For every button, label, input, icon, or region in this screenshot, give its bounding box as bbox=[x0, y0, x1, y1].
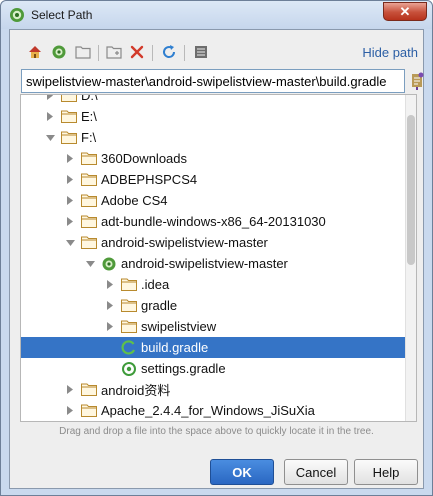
collapsed-arrow-icon[interactable] bbox=[45, 112, 55, 122]
tree-row[interactable]: .idea bbox=[21, 274, 407, 295]
tree-row-label: gradle bbox=[141, 298, 178, 313]
path-input[interactable] bbox=[21, 69, 405, 93]
tree-row-label: android资料 bbox=[101, 383, 171, 398]
new-folder-icon[interactable] bbox=[104, 42, 124, 62]
gradle-file-icon bbox=[121, 339, 137, 355]
tree-row[interactable]: adt-bundle-windows-x86_64-20131030 bbox=[21, 211, 407, 232]
toolbar-separator bbox=[98, 45, 99, 61]
tree-row-selected[interactable]: build.gradle bbox=[21, 337, 407, 358]
dialog-content: Hide path Apache_2.4.4_for_Windows_JiSuX… bbox=[9, 29, 424, 489]
tree-scrollbar[interactable] bbox=[405, 95, 416, 421]
tree-row-label: android-swipelistview-master bbox=[101, 235, 268, 250]
tree-row-label: D:\ bbox=[81, 94, 98, 103]
project-icon[interactable] bbox=[49, 42, 69, 62]
collapsed-arrow-icon[interactable] bbox=[65, 154, 75, 164]
android-module-icon bbox=[101, 257, 117, 271]
tree-row-label: Adobe CS4 bbox=[101, 193, 168, 208]
tree-row-label: .idea bbox=[141, 277, 170, 292]
collapsed-arrow-icon[interactable] bbox=[105, 280, 115, 290]
folder-icon bbox=[121, 320, 137, 334]
title-bar[interactable]: Select Path ✕ bbox=[1, 1, 432, 29]
folder-icon bbox=[121, 299, 137, 313]
hide-path-link[interactable]: Hide path bbox=[362, 45, 418, 60]
tree-row[interactable]: E:\ bbox=[21, 106, 407, 127]
collapsed-arrow-icon[interactable] bbox=[65, 385, 75, 395]
tree-row-label: android-swipelistview-master bbox=[121, 256, 288, 271]
tree-row-label: F:\ bbox=[81, 130, 97, 145]
tree-row[interactable]: Apache_2.4.4_for_Windows_JiSuXia bbox=[21, 400, 407, 421]
folder-icon bbox=[81, 404, 97, 418]
tree-row[interactable]: swipelistview bbox=[21, 316, 407, 337]
folder-icon bbox=[61, 95, 77, 103]
path-history-icon[interactable] bbox=[410, 72, 424, 90]
collapsed-arrow-icon[interactable] bbox=[65, 175, 75, 185]
home-icon[interactable] bbox=[25, 42, 45, 62]
scroll-thumb[interactable] bbox=[407, 115, 415, 265]
expanded-arrow-icon[interactable] bbox=[45, 133, 55, 143]
folder-icon bbox=[81, 152, 97, 166]
no-arrow bbox=[105, 343, 115, 353]
expanded-arrow-icon[interactable] bbox=[85, 259, 95, 269]
tree-row[interactable]: D:\ bbox=[21, 94, 407, 106]
tree-row[interactable]: android资料 bbox=[21, 379, 407, 400]
tree-row[interactable]: F:\ bbox=[21, 127, 407, 148]
collapsed-arrow-icon[interactable] bbox=[65, 217, 75, 227]
window-title: Select Path bbox=[31, 8, 93, 22]
tree-row-label: settings.gradle bbox=[141, 361, 226, 376]
folder-icon bbox=[61, 131, 77, 145]
collapsed-arrow-icon[interactable] bbox=[65, 406, 75, 416]
folder-icon bbox=[81, 173, 97, 187]
close-button[interactable]: ✕ bbox=[383, 2, 427, 21]
tree-row-label: swipelistview bbox=[141, 319, 217, 334]
collapsed-arrow-icon[interactable] bbox=[105, 301, 115, 311]
tree-row-label: 360Downloads bbox=[101, 151, 188, 166]
help-button[interactable]: Help bbox=[354, 459, 418, 485]
folder-icon bbox=[81, 215, 97, 229]
delete-icon[interactable] bbox=[127, 42, 147, 62]
cancel-button[interactable]: Cancel bbox=[284, 459, 348, 485]
collapsed-arrow-icon[interactable] bbox=[105, 322, 115, 332]
folder-icon bbox=[81, 236, 97, 250]
folder-icon bbox=[121, 278, 137, 292]
tree-row-label: ADBEPHSPCS4 bbox=[101, 172, 198, 187]
collapsed-arrow-icon[interactable] bbox=[45, 95, 55, 101]
file-tree[interactable]: Apache_2.4.4_for_Windows_JiSuXia android资… bbox=[20, 94, 417, 422]
tree-row[interactable]: 360Downloads bbox=[21, 148, 407, 169]
tree-row[interactable]: android-swipelistview-master bbox=[21, 232, 407, 253]
android-studio-icon bbox=[10, 8, 24, 22]
path-row bbox=[21, 69, 424, 93]
folder-icon bbox=[81, 383, 97, 397]
toolbar: Hide path bbox=[10, 42, 423, 64]
settings-file-icon bbox=[121, 361, 137, 376]
folder-icon bbox=[61, 110, 77, 124]
collapsed-arrow-icon[interactable] bbox=[65, 196, 75, 206]
folder-icon[interactable] bbox=[73, 42, 93, 62]
drag-drop-hint: Drag and drop a file into the space abov… bbox=[59, 426, 374, 437]
refresh-icon[interactable] bbox=[159, 42, 179, 62]
select-path-dialog: Select Path ✕ Hide path swipelistview-ma… bbox=[0, 0, 433, 496]
tree-row[interactable]: gradle bbox=[21, 295, 407, 316]
tree-row[interactable]: Adobe CS4 bbox=[21, 190, 407, 211]
tree-row-label: adt-bundle-windows-x86_64-20131030 bbox=[101, 214, 326, 229]
toolbar-separator bbox=[152, 45, 153, 61]
tree-row[interactable]: settings.gradle bbox=[21, 358, 407, 379]
tree-row-label: build.gradle bbox=[141, 340, 209, 355]
no-arrow bbox=[105, 364, 115, 374]
tree-row[interactable]: ADBEPHSPCS4 bbox=[21, 169, 407, 190]
folder-icon bbox=[81, 194, 97, 208]
tree-row-label: E:\ bbox=[81, 109, 97, 124]
tree-row[interactable]: android-swipelistview-master bbox=[21, 253, 407, 274]
toolbar-separator bbox=[184, 45, 185, 61]
ok-button[interactable]: OK bbox=[210, 459, 274, 485]
expanded-arrow-icon[interactable] bbox=[65, 238, 75, 248]
toggle-view-icon[interactable] bbox=[191, 42, 211, 62]
tree-row-label: Apache_2.4.4_for_Windows_JiSuXia bbox=[101, 403, 315, 418]
